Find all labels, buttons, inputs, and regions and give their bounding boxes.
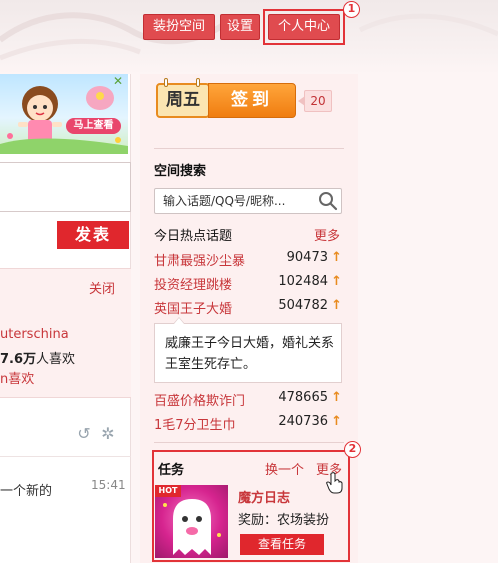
- search-icon[interactable]: [317, 190, 339, 212]
- hot-topic-link[interactable]: 甘肃最强沙尘暴: [154, 250, 245, 269]
- view-task-button[interactable]: 查看任务: [240, 534, 324, 555]
- feed-action-icons: ↺ ✲: [75, 425, 123, 445]
- hot-topics-title: 今日热点话题: [154, 229, 233, 244]
- checkin-count-badge: 20: [298, 90, 332, 112]
- refresh-icon[interactable]: ↺: [75, 425, 93, 443]
- settings-button[interactable]: 设置: [220, 14, 260, 40]
- task-reward-text: 奖励：农场装扮: [238, 513, 330, 528]
- up-arrow-icon: ↑: [331, 298, 342, 313]
- hot-topic-popup: 威廉王子今日大婚，婚礼关系王室生死存亡。: [154, 317, 342, 383]
- task-name-link[interactable]: 魔方日志: [238, 487, 290, 506]
- section-divider: [154, 148, 344, 149]
- left-column: ✕ 马上查看 发表 关闭 uterschina 7.6万人喜欢 n喜欢 ↺ ✲ 一…: [0, 74, 131, 563]
- hot-topic-link[interactable]: 百盛价格欺诈门: [154, 390, 245, 409]
- hand-cursor-icon: [326, 472, 343, 494]
- post-button[interactable]: 发表: [57, 221, 129, 249]
- right-sidebar: 周五 签到 20 空间搜索 今日热点话题 更多 甘肃最强沙尘暴 90473 ↑ …: [140, 74, 361, 563]
- task-panel: 任务 换一个 更多 HOT 魔方日志 奖励：农场装扮 查看任务: [152, 450, 350, 562]
- section-divider: [154, 442, 344, 443]
- hot-topic-count: 504782: [278, 298, 328, 313]
- card-like-link[interactable]: n喜欢: [0, 368, 34, 387]
- hot-topics-more-link[interactable]: 更多: [314, 225, 340, 244]
- space-search-title: 空间搜索: [154, 164, 207, 179]
- dress-space-button[interactable]: 装扮空间: [143, 14, 215, 40]
- card-close-link[interactable]: 关闭: [89, 278, 115, 297]
- hot-topic-row: 1毛7分卫生巾 240736 ↑: [154, 412, 344, 434]
- space-search-box: [154, 188, 342, 214]
- post-input-area[interactable]: [0, 162, 131, 212]
- hot-topic-row: 百盛价格欺诈门 478665 ↑: [154, 388, 344, 410]
- up-arrow-icon: ↑: [331, 390, 342, 405]
- card-likes-number: 7.6万: [0, 352, 37, 367]
- card-likes-text: 7.6万人喜欢: [0, 348, 75, 367]
- hot-topic-row: 甘肃最强沙尘暴 90473 ↑: [154, 248, 344, 270]
- annotation-badge-1: 1: [343, 1, 360, 18]
- checkin-button[interactable]: 签到: [208, 83, 296, 118]
- hot-topic-count: 102484: [278, 274, 328, 289]
- up-arrow-icon: ↑: [331, 250, 342, 265]
- hot-topic-count: 90473: [286, 250, 328, 265]
- hot-topic-row: 英国王子大婚 504782 ↑: [154, 296, 344, 318]
- space-search-input[interactable]: [155, 189, 315, 213]
- ad-banner[interactable]: ✕ 马上查看: [0, 74, 128, 154]
- personal-center-button[interactable]: 个人中心: [268, 14, 340, 40]
- task-title: 任务: [158, 463, 185, 478]
- hot-topic-link[interactable]: 英国王子大婚: [154, 298, 232, 317]
- banner-view-now-button[interactable]: 马上查看: [66, 118, 121, 134]
- card-user-name[interactable]: uterschina: [0, 327, 69, 342]
- banner-close-icon[interactable]: ✕: [113, 75, 125, 87]
- feed-item-text: 一个新的: [0, 484, 53, 499]
- up-arrow-icon: ↑: [331, 414, 342, 429]
- checkin-day-label: 周五: [156, 83, 210, 118]
- hot-topic-link[interactable]: 投资经理跳楼: [154, 274, 232, 293]
- calendar-ring-icon: [196, 78, 200, 87]
- feed-divider: [0, 456, 131, 457]
- hot-topic-row: 投资经理跳楼 102484 ↑: [154, 272, 344, 294]
- hot-badge: HOT: [155, 485, 181, 497]
- task-swap-link[interactable]: 换一个: [265, 459, 304, 478]
- card-likes-suffix: 人喜欢: [36, 352, 76, 367]
- checkin-widget: 周五 签到: [156, 78, 296, 118]
- annotation-badge-2: 2: [344, 441, 361, 458]
- recommendation-card: 关闭 uterschina 7.6万人喜欢 n喜欢: [0, 268, 131, 398]
- hot-topic-link[interactable]: 1毛7分卫生巾: [154, 414, 236, 433]
- up-arrow-icon: ↑: [331, 274, 342, 289]
- cartoon-girl-illustration: [0, 86, 128, 154]
- hot-topic-count: 478665: [278, 390, 328, 405]
- hot-topic-popup-text: 威廉王子今日大婚，婚礼关系王室生死存亡。: [165, 336, 335, 372]
- hot-topic-count: 240736: [278, 414, 328, 429]
- gear-icon[interactable]: ✲: [99, 425, 117, 443]
- feed-item-time: 15:41: [91, 478, 126, 492]
- calendar-ring-icon: [164, 78, 168, 87]
- task-thumbnail[interactable]: HOT: [155, 485, 228, 558]
